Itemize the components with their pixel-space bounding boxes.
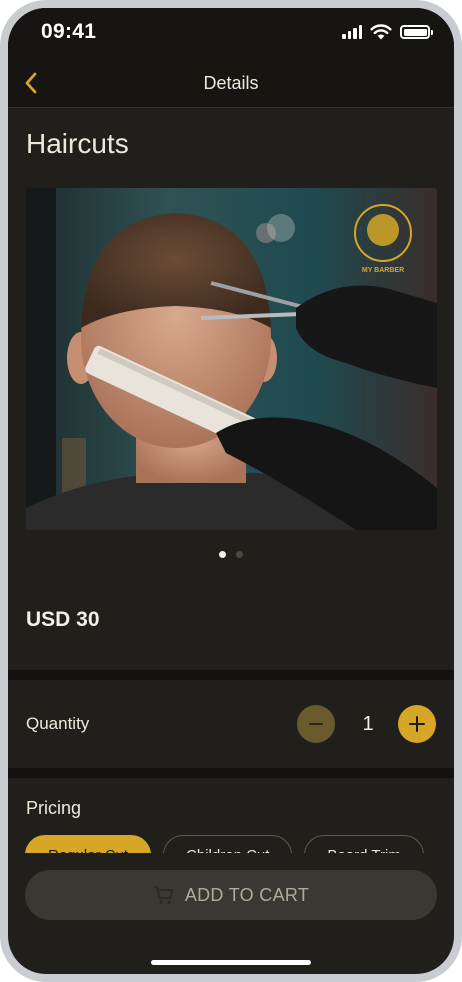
minus-icon: [309, 723, 323, 725]
logo-text: MY BARBER: [362, 267, 404, 274]
increase-quantity-button[interactable]: [398, 705, 436, 743]
section-divider: [8, 768, 454, 778]
pricing-options: Regular Cut Children Cut Beard Trim: [8, 833, 454, 853]
page-title: Haircuts: [26, 128, 129, 159]
phone-frame: 09:41 Details Haircuts MY BARBER USD 30 …: [0, 0, 462, 982]
carousel-indicator: [8, 551, 454, 558]
carousel-dot-active[interactable]: [219, 551, 226, 558]
status-bar: 09:41: [8, 8, 454, 58]
pricing-option-beard-trim[interactable]: Beard Trim: [304, 835, 424, 853]
service-image[interactable]: MY BARBER: [26, 188, 437, 530]
wifi-icon: [370, 24, 392, 40]
plus-icon: [409, 716, 425, 732]
quantity-label: Quantity: [26, 714, 90, 733]
carousel-dot[interactable]: [236, 551, 243, 558]
add-to-cart-label: ADD TO CART: [184, 884, 310, 905]
home-indicator[interactable]: [151, 960, 311, 965]
decrease-quantity-button[interactable]: [297, 705, 335, 743]
section-divider: [8, 670, 454, 680]
price-label: USD 30: [26, 608, 100, 631]
battery-icon: [400, 25, 433, 39]
quantity-value: 1: [362, 713, 374, 735]
cart-icon: [153, 886, 174, 904]
cellular-signal-icon: [342, 25, 362, 39]
pricing-option-children-cut[interactable]: Children Cut: [163, 835, 293, 853]
nav-bar: Details: [8, 58, 454, 108]
app-screen: 09:41 Details Haircuts MY BARBER USD 30 …: [8, 8, 454, 974]
pricing-option-regular-cut[interactable]: Regular Cut: [25, 835, 152, 853]
barber-haircut-photo: MY BARBER: [26, 188, 437, 530]
status-icons: [342, 24, 433, 40]
pricing-label: Pricing: [26, 798, 82, 818]
status-time: 09:41: [41, 20, 97, 43]
add-to-cart-button[interactable]: ADD TO CART: [25, 870, 437, 920]
nav-title: Details: [203, 73, 259, 93]
